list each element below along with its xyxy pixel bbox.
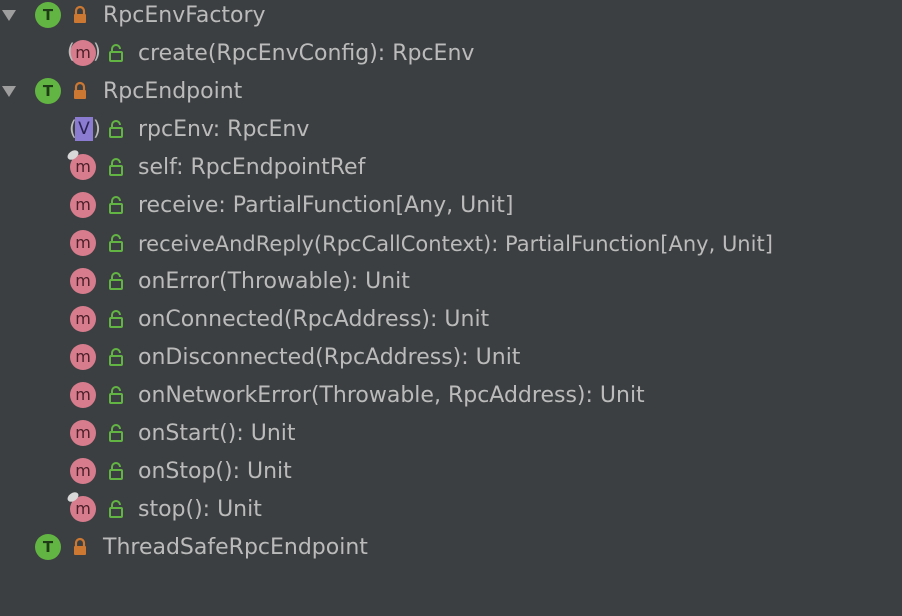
tree-node-label: rpcEnv: RpcEnv [138, 117, 310, 142]
tree-node-label: stop(): Unit [138, 497, 262, 522]
tree-node-onstop[interactable]: m onStop(): Unit [0, 453, 902, 491]
tree-node-onconnected[interactable]: m onConnected(RpcAddress): Unit [0, 301, 902, 339]
unlock-icon [109, 310, 123, 328]
tree-node-label: self: RpcEndpointRef [138, 155, 366, 180]
tree-node-label: RpcEnvFactory [103, 3, 266, 28]
expand-arrow-icon[interactable] [0, 82, 18, 100]
tree-node-stop[interactable]: m stop(): Unit [0, 490, 902, 529]
tree-node-label: onDisconnected(RpcAddress): Unit [138, 345, 521, 370]
tree-node-rpcenv[interactable]: (V) rpcEnv: RpcEnv [0, 111, 902, 149]
tree-node-onstart[interactable]: m onStart(): Unit [0, 415, 902, 453]
lock-icon [74, 5, 86, 23]
trait-icon: T [35, 534, 61, 560]
abstract-value-icon: (V) [69, 116, 101, 141]
structure-tree: T RpcEnvFactory (m) create(RpcEnvConfig)… [0, 0, 902, 616]
method-icon: m [70, 230, 96, 256]
unlock-icon [109, 386, 123, 404]
tree-node-receive[interactable]: m receive: PartialFunction[Any, Unit] [0, 187, 902, 225]
tree-node-label: onNetworkError(Throwable, RpcAddress): U… [138, 383, 645, 408]
unlock-icon [109, 158, 123, 176]
method-icon: m [70, 382, 96, 408]
method-icon: m [65, 490, 96, 522]
method-icon: m [70, 420, 96, 446]
unlock-icon [109, 234, 123, 252]
tree-node-self[interactable]: m self: RpcEndpointRef [0, 148, 902, 187]
tree-node-threadsaferpcendpoint[interactable]: T ThreadSafeRpcEndpoint [0, 529, 902, 567]
unlock-icon [109, 462, 123, 480]
tree-node-label: receiveAndReply(RpcCallContext): Partial… [138, 232, 773, 256]
tree-node-label: RpcEndpoint [103, 79, 243, 104]
method-icon: m [65, 148, 96, 180]
unlock-icon [109, 272, 123, 290]
lock-icon [74, 537, 86, 555]
method-icon: m [70, 192, 96, 218]
tree-node-rpcenvfactory[interactable]: T RpcEnvFactory [0, 0, 902, 35]
abstract-method-icon: (m) [67, 40, 101, 66]
expand-arrow-icon[interactable] [0, 6, 18, 24]
method-icon: m [70, 268, 96, 294]
unlock-icon [109, 424, 123, 442]
unlock-icon [109, 120, 123, 138]
tree-node-label: ThreadSafeRpcEndpoint [103, 535, 368, 560]
unlock-icon [109, 196, 123, 214]
tree-node-receiveandreply[interactable]: m receiveAndReply(RpcCallContext): Parti… [0, 225, 902, 263]
method-icon: m [70, 344, 96, 370]
trait-icon: T [35, 2, 61, 28]
unlock-icon [109, 348, 123, 366]
lock-icon [74, 81, 86, 99]
tree-node-label: onStart(): Unit [138, 421, 296, 446]
tree-node-ondisconnected[interactable]: m onDisconnected(RpcAddress): Unit [0, 339, 902, 377]
trait-icon: T [35, 78, 61, 104]
tree-node-label: onStop(): Unit [138, 459, 292, 484]
tree-node-label: onError(Throwable): Unit [138, 269, 410, 294]
method-icon: m [70, 306, 96, 332]
tree-node-create[interactable]: (m) create(RpcEnvConfig): RpcEnv [0, 35, 902, 73]
tree-node-label: onConnected(RpcAddress): Unit [138, 307, 490, 332]
tree-node-label: create(RpcEnvConfig): RpcEnv [138, 41, 475, 66]
tree-node-onerror[interactable]: m onError(Throwable): Unit [0, 263, 902, 301]
tree-node-rpcendpoint[interactable]: T RpcEndpoint [0, 73, 902, 111]
tree-node-onnetworkerror[interactable]: m onNetworkError(Throwable, RpcAddress):… [0, 377, 902, 415]
unlock-icon [109, 44, 123, 62]
tree-node-label: receive: PartialFunction[Any, Unit] [138, 193, 514, 218]
unlock-icon [109, 500, 123, 518]
method-icon: m [70, 458, 96, 484]
